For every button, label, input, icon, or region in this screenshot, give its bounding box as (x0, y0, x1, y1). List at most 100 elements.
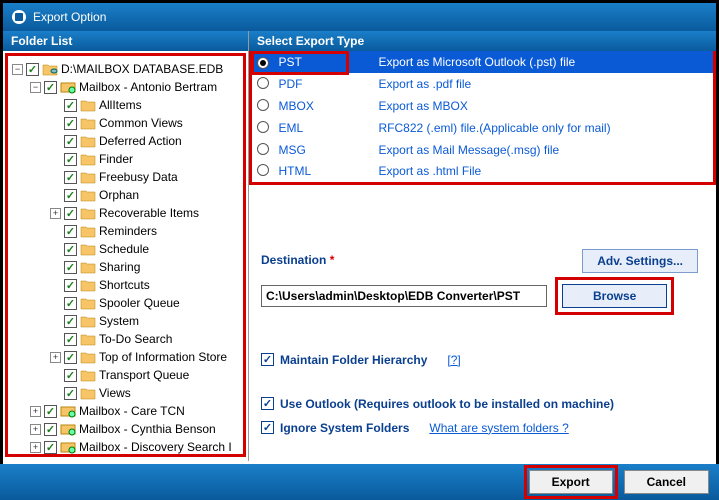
checkbox[interactable] (64, 207, 77, 220)
export-type-row[interactable]: MSGExport as Mail Message(.msg) file (251, 139, 715, 161)
checkbox[interactable] (64, 153, 77, 166)
adv-settings-button[interactable]: Adv. Settings... (582, 249, 698, 273)
folder-icon (80, 98, 96, 112)
checkbox[interactable] (64, 351, 77, 364)
checkbox[interactable] (64, 369, 77, 382)
checkbox[interactable] (64, 189, 77, 202)
checkbox[interactable] (44, 441, 57, 454)
checkbox[interactable] (64, 135, 77, 148)
tree-mailbox[interactable]: + Mailbox - Care TCN (10, 402, 241, 420)
checkbox[interactable] (64, 171, 77, 184)
tree-item[interactable]: Schedule (10, 240, 241, 258)
tree-item[interactable]: Spooler Queue (10, 294, 241, 312)
use-outlook-checkbox[interactable] (261, 397, 274, 410)
checkbox[interactable] (44, 405, 57, 418)
export-button[interactable]: Export (529, 470, 613, 494)
expand-icon[interactable]: + (50, 352, 61, 363)
ignore-folders-checkbox[interactable] (261, 421, 274, 434)
export-type-row[interactable]: PSTExport as Microsoft Outlook (.pst) fi… (251, 51, 715, 73)
expand-icon[interactable]: + (30, 442, 41, 453)
collapse-icon[interactable]: − (12, 64, 23, 75)
tree-item[interactable]: +Recoverable Items (10, 204, 241, 222)
cancel-button[interactable]: Cancel (624, 470, 709, 494)
tree-item-label: Top of Information Store (99, 350, 227, 364)
tree-item[interactable]: AllItems (10, 96, 241, 114)
checkbox[interactable] (64, 279, 77, 292)
checkbox[interactable] (64, 117, 77, 130)
export-type-table: PSTExport as Microsoft Outlook (.pst) fi… (249, 51, 716, 185)
tree-item-label: Finder (99, 152, 133, 166)
tree-root[interactable]: − D:\MAILBOX DATABASE.EDB (10, 60, 241, 78)
tree-item-label: Shortcuts (99, 278, 150, 292)
export-type-radio[interactable] (257, 143, 269, 155)
destination-input[interactable] (261, 285, 547, 307)
help-link[interactable]: [?] (447, 353, 460, 367)
checkbox[interactable] (44, 81, 57, 94)
folder-icon (80, 206, 96, 220)
mailbox-icon (60, 422, 76, 436)
checkbox[interactable] (64, 297, 77, 310)
checkbox[interactable] (64, 261, 77, 274)
export-type-name: PDF (275, 73, 375, 95)
checkbox[interactable] (64, 387, 77, 400)
tree-mailbox[interactable]: − Mailbox - Antonio Bertram (10, 78, 241, 96)
checkbox[interactable] (64, 99, 77, 112)
export-type-radio[interactable] (257, 57, 269, 69)
expand-icon[interactable]: + (30, 424, 41, 435)
tree-item-label: Spooler Queue (99, 296, 180, 310)
folder-icon (80, 368, 96, 382)
tree-item[interactable]: System (10, 312, 241, 330)
folder-icon (80, 350, 96, 364)
tree-item-label: Mailbox - Antonio Bertram (79, 80, 217, 94)
checkbox[interactable] (26, 63, 39, 76)
browse-button[interactable]: Browse (562, 284, 667, 308)
export-type-desc: Export as Microsoft Outlook (.pst) file (375, 51, 715, 73)
collapse-icon[interactable]: − (30, 82, 41, 93)
tree-item[interactable]: Finder (10, 150, 241, 168)
mailbox-icon (60, 80, 76, 94)
export-type-radio[interactable] (257, 99, 269, 111)
system-folders-help-link[interactable]: What are system folders ? (429, 421, 568, 435)
tree-item-label: Transport Queue (99, 368, 189, 382)
checkbox[interactable] (44, 423, 57, 436)
folder-icon (80, 116, 96, 130)
folder-tree[interactable]: − D:\MAILBOX DATABASE.EDB − Mailbox - An… (5, 53, 246, 457)
export-type-radio[interactable] (257, 121, 269, 133)
tree-item[interactable]: Reminders (10, 222, 241, 240)
footer: Export Cancel (0, 464, 719, 500)
export-type-radio[interactable] (257, 77, 269, 89)
checkbox[interactable] (64, 243, 77, 256)
tree-item[interactable]: Views (10, 384, 241, 402)
tree-item[interactable]: Shortcuts (10, 276, 241, 294)
tree-mailbox[interactable]: + Mailbox - Discovery Search I (10, 438, 241, 456)
tree-item[interactable]: Sharing (10, 258, 241, 276)
export-type-desc: Export as MBOX (375, 95, 715, 117)
highlight-box: Browse (555, 277, 674, 315)
checkbox[interactable] (64, 333, 77, 346)
folder-icon (80, 260, 96, 274)
tree-item[interactable]: Common Views (10, 114, 241, 132)
tree-item[interactable]: To-Do Search (10, 330, 241, 348)
export-type-row[interactable]: MBOXExport as MBOX (251, 95, 715, 117)
export-type-row[interactable]: EMLRFC822 (.eml) file.(Applicable only f… (251, 117, 715, 139)
tree-item[interactable]: Freebusy Data (10, 168, 241, 186)
export-type-header: Select Export Type (249, 31, 716, 51)
required-asterisk: * (330, 253, 335, 267)
mailbox-icon (60, 404, 76, 418)
export-type-radio[interactable] (257, 164, 269, 176)
maintain-hierarchy-checkbox[interactable] (261, 353, 274, 366)
tree-item[interactable]: Orphan (10, 186, 241, 204)
expand-icon[interactable]: + (30, 406, 41, 417)
export-type-row[interactable]: HTMLExport as .html File (251, 161, 715, 183)
checkbox[interactable] (64, 225, 77, 238)
tree-item[interactable]: Deferred Action (10, 132, 241, 150)
checkbox[interactable] (64, 315, 77, 328)
folder-list-header: Folder List (3, 31, 248, 51)
folder-icon (80, 224, 96, 238)
export-type-row[interactable]: PDFExport as .pdf file (251, 73, 715, 95)
expand-icon[interactable]: + (50, 208, 61, 219)
tree-mailbox[interactable]: + Mailbox - Cynthia Benson (10, 420, 241, 438)
tree-item[interactable]: Transport Queue (10, 366, 241, 384)
tree-item[interactable]: + Top of Information Store (10, 348, 241, 366)
tree-item-label: Freebusy Data (99, 170, 178, 184)
